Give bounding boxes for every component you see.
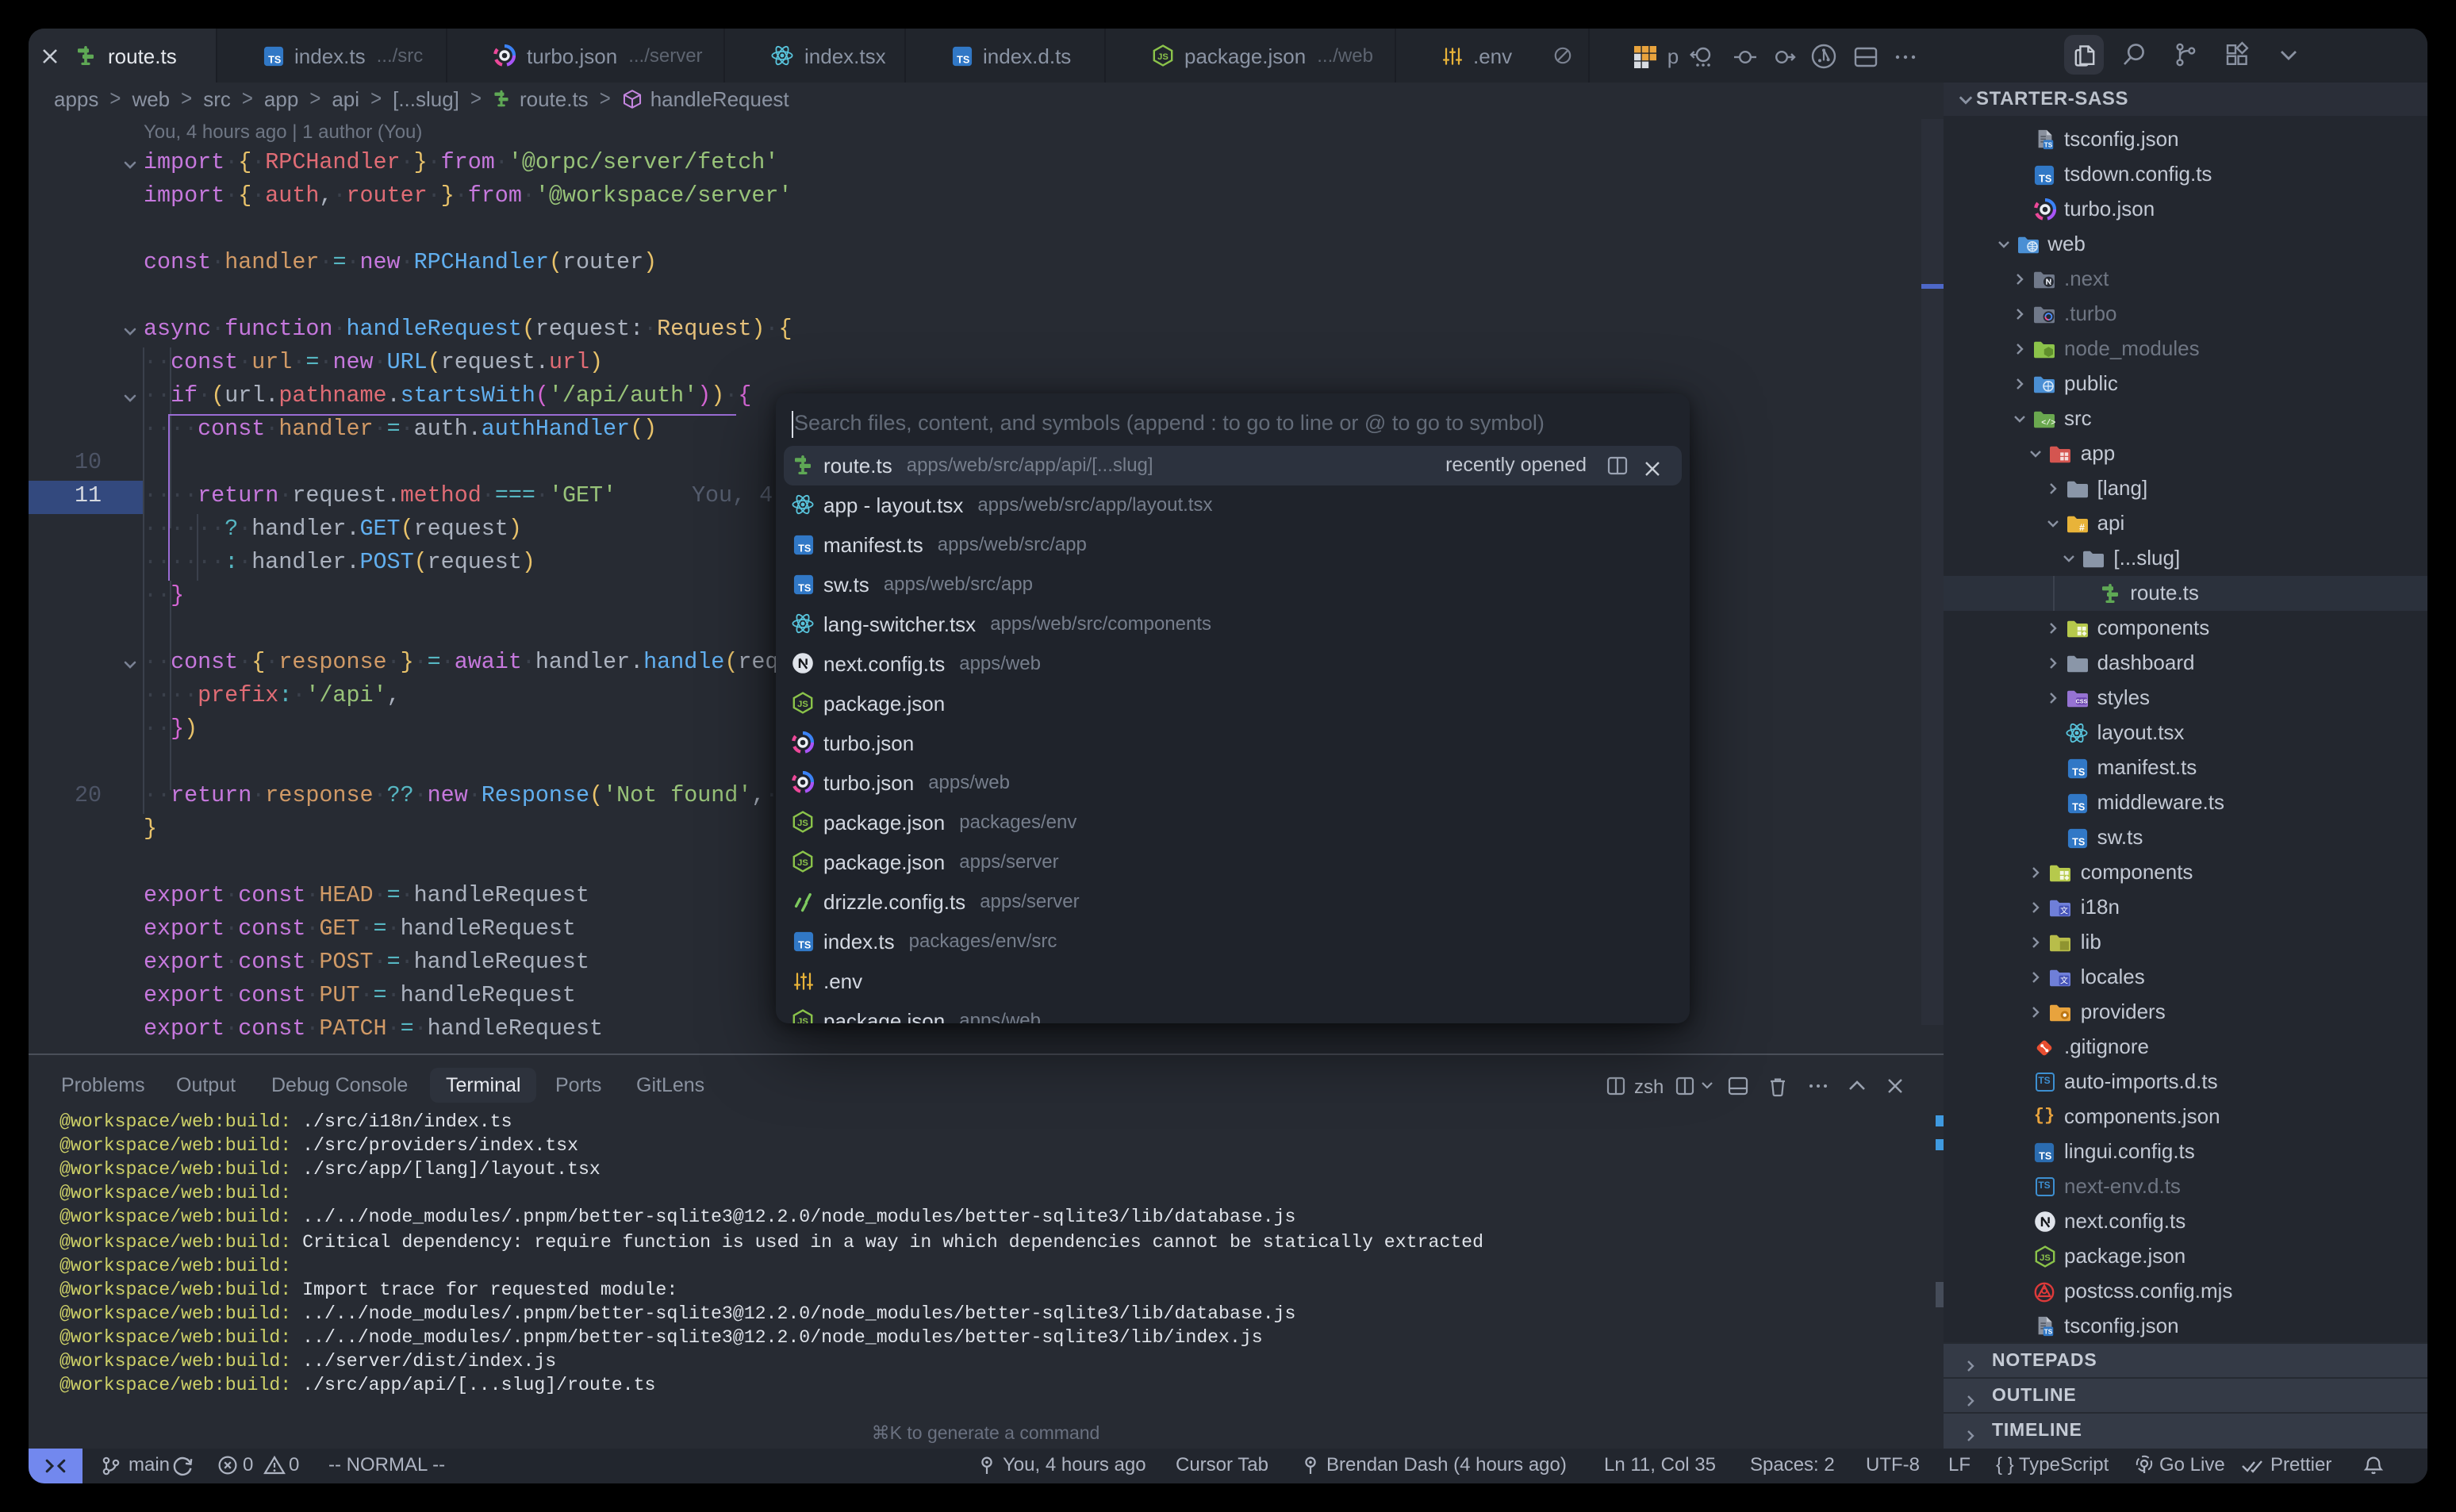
svg-text:文: 文 — [2061, 975, 2069, 985]
svg-text:TS: TS — [956, 54, 969, 65]
svg-text:JS: JS — [797, 819, 808, 828]
svg-text:TS: TS — [2043, 1329, 2052, 1336]
svg-text:CSS: CSS — [2075, 697, 2087, 704]
svg-text:TS: TS — [267, 54, 280, 65]
svg-text:</>: </> — [2041, 418, 2055, 428]
svg-text:JS: JS — [797, 1017, 808, 1023]
svg-text:TS: TS — [2043, 142, 2052, 149]
svg-text:文: 文 — [2061, 905, 2069, 915]
svg-text:TS: TS — [2072, 801, 2085, 812]
svg-text:TS: TS — [797, 543, 810, 554]
svg-text:TS: TS — [797, 582, 810, 593]
svg-text:TS: TS — [797, 939, 810, 950]
svg-text:TS: TS — [2039, 173, 2051, 184]
svg-text:JS: JS — [1157, 52, 1168, 62]
svg-text:JS: JS — [797, 858, 808, 868]
svg-text:TS: TS — [2039, 1150, 2051, 1161]
svg-text:JS: JS — [797, 700, 808, 709]
svg-text:TS: TS — [2072, 836, 2085, 847]
svg-text:TS: TS — [2072, 766, 2085, 777]
svg-text:JS: JS — [2039, 1253, 2050, 1263]
svg-text:#: # — [2079, 521, 2085, 532]
